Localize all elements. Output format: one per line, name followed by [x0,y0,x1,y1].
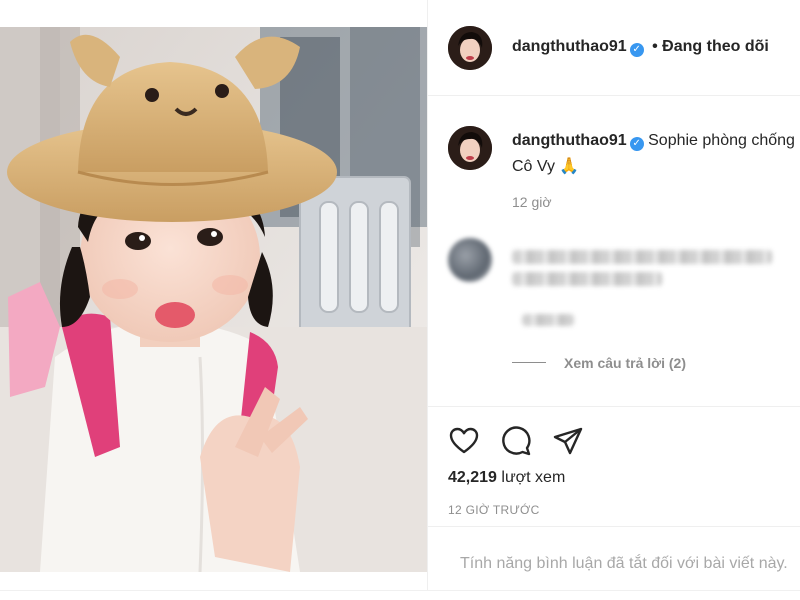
caption-username[interactable]: dangthuthao91 [512,132,627,149]
comment-text-blurred [512,250,772,264]
avatar-image [448,126,492,170]
view-count-number: 42,219 [448,469,497,486]
header-username[interactable]: dangthuthao91 [512,38,627,55]
view-replies-label: Xem câu trả lời (2) [564,354,686,371]
comment-time-blurred [522,314,574,326]
follow-status-button[interactable]: • Đang theo dõi [652,38,769,55]
page-bottom-edge [0,590,800,600]
post-media[interactable] [0,27,427,572]
post-header: dangthuthao91 ✓ • Đang theo dõi [428,0,800,96]
paper-plane-icon-svg [553,427,583,455]
comments-disabled-text: Tính năng bình luận đã tắt đối với bài v… [460,555,788,572]
comment-bubble-icon-svg [502,426,531,456]
replies-divider [512,362,546,364]
comments-disabled-bar: Tính năng bình luận đã tắt đối với bài v… [428,526,800,600]
author-avatar[interactable] [448,26,492,70]
caption-text: dangthuthao91 ✓ Sophie phòng chống Cô Vy … [512,128,800,180]
post-actions: 42,219 lượt xem 12 giờ trước [428,406,800,526]
verified-badge-icon: ✓ [629,43,644,57]
post-timestamp[interactable]: 12 giờ trước [448,503,540,517]
heart-icon[interactable] [448,425,480,457]
caption-avatar[interactable] [448,126,492,170]
avatar-image [448,26,492,70]
comment-bubble-icon[interactable] [500,425,532,457]
paper-plane-icon[interactable] [552,425,584,457]
view-count-label: lượt xem [501,469,566,486]
heart-icon-svg [449,427,479,454]
post-side-panel: dangthuthao91 ✓ • Đang theo dõi dangthuth… [427,0,800,600]
comment-avatar-blurred [448,238,492,282]
view-replies-button[interactable]: Xem câu trả lời (2) [512,354,686,372]
post-video-frame [0,27,427,572]
header-user-line: dangthuthao91 ✓ • Đang theo dõi [512,38,769,57]
caption-timestamp: 12 giờ [512,194,552,210]
comment-text-blurred [512,272,662,286]
view-count[interactable]: 42,219 lượt xem [448,469,565,487]
verified-badge-icon: ✓ [629,137,644,151]
